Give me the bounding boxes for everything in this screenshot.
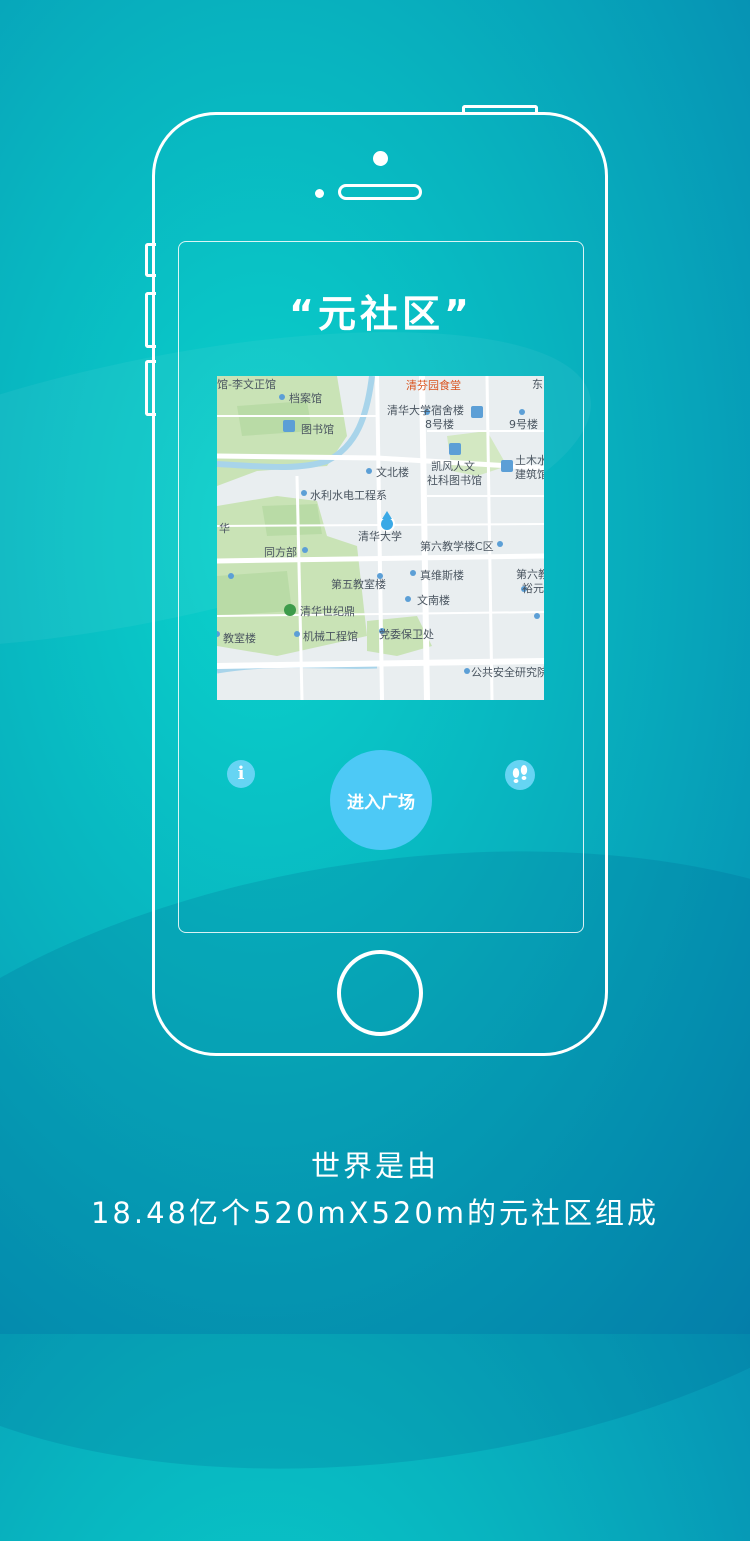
- map-label: 党委保卫处: [379, 628, 434, 641]
- map-label: 教室楼: [223, 632, 256, 645]
- info-icon[interactable]: i: [227, 760, 255, 788]
- map-label: 裕元: [522, 582, 544, 595]
- map-label: 水利水电工程系: [310, 489, 387, 502]
- footprints-icon[interactable]: [505, 760, 535, 790]
- phone-volume-down: [145, 360, 156, 416]
- phone-volume-up: [145, 292, 156, 348]
- map-label: 图书馆: [301, 423, 334, 436]
- map-label: 建筑馆: [515, 468, 544, 481]
- map-label: 真维斯楼: [420, 569, 464, 582]
- map-label: 同方部: [264, 546, 297, 559]
- map-label: 清芬园食堂: [406, 379, 461, 392]
- phone-sensor: [315, 189, 324, 198]
- map-label: 第五教室楼: [331, 578, 386, 591]
- map-label: 文北楼: [376, 466, 409, 479]
- map-label: 9号楼: [509, 418, 538, 431]
- map-label: 第六教学楼C区: [420, 540, 494, 553]
- footprints-glyph: [512, 765, 528, 783]
- map-label: 公共安全研究院: [471, 666, 544, 679]
- map-label: 机械工程馆: [303, 630, 358, 643]
- caption-line-1: 世界是由: [310, 1149, 439, 1183]
- map-label: 文南楼: [417, 594, 450, 607]
- screen-title: “元社区”: [289, 292, 473, 336]
- map-label: 华: [219, 522, 230, 535]
- phone-power-button: [462, 105, 538, 114]
- caption-line-2: 18.48亿个520mX520m的元社区组成: [90, 1196, 660, 1230]
- map-label: 档案馆: [289, 392, 322, 405]
- map-label: 清华大学: [358, 530, 402, 543]
- map-label: 东: [532, 378, 543, 391]
- enter-plaza-button[interactable]: 进入广场: [330, 750, 432, 850]
- map-label: 8号楼: [425, 418, 454, 431]
- map-label: 社科图书馆: [427, 474, 482, 487]
- phone-mute-switch: [145, 243, 156, 277]
- phone-home-button: [337, 950, 423, 1036]
- map-label: 馆-李文正馆: [217, 378, 276, 391]
- phone-camera: [373, 151, 388, 166]
- map-label: 清华世纪鼎: [300, 605, 355, 618]
- community-map[interactable]: 馆-李文正馆 清芬园食堂 东 档案馆 清华大学宿舍楼 8号楼 9号楼 图书馆 凯…: [217, 376, 544, 700]
- phone-speaker: [338, 184, 422, 200]
